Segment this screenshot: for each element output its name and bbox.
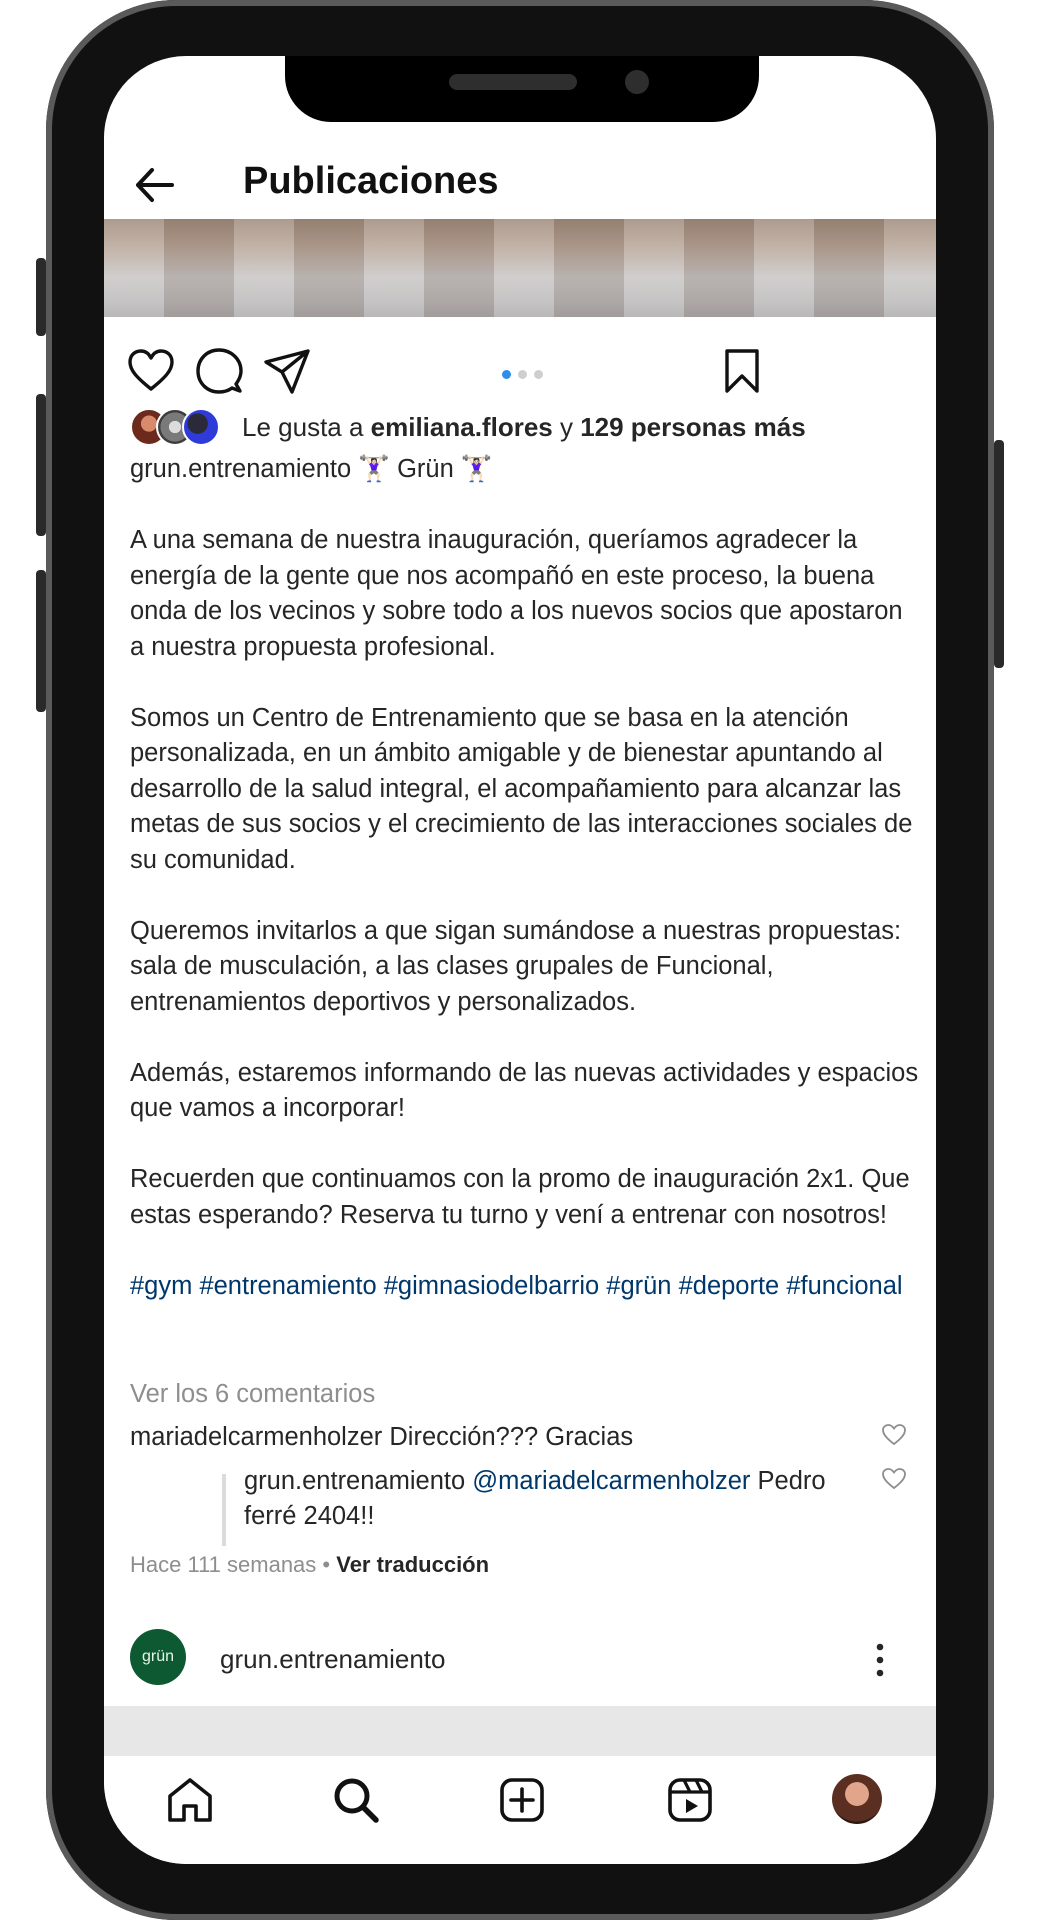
carousel-dot-active xyxy=(502,370,511,379)
liker-avatars xyxy=(130,408,226,448)
post-actions xyxy=(104,336,936,406)
caption-hashtags[interactable]: #gym #entrenamiento #gimnasiodelbarrio #… xyxy=(130,1269,920,1305)
reply-heart-icon[interactable] xyxy=(881,1466,907,1492)
bottom-nav xyxy=(104,1756,936,1864)
meta-separator: • xyxy=(316,1552,337,1577)
liker-username[interactable]: emiliana.flores xyxy=(371,412,553,442)
next-post-username[interactable]: grun.entrenamiento xyxy=(220,1644,445,1675)
likes-text: Le gusta a emiliana.flores y 129 persona… xyxy=(242,412,806,443)
comment-icon[interactable] xyxy=(194,346,244,396)
screen: Publicaciones Le gusta a emiliana.flores… xyxy=(104,56,936,1864)
heart-icon[interactable] xyxy=(126,346,176,396)
post-timestamp: Hace 111 semanas xyxy=(130,1552,317,1577)
comment-text: Dirección??? Gracias xyxy=(382,1423,634,1451)
volume-up-button xyxy=(36,394,46,536)
next-post-header: grün grun.entrenamiento xyxy=(104,1584,936,1704)
volume-down-button xyxy=(36,570,46,712)
likes-others[interactable]: 129 personas más xyxy=(580,412,805,442)
notch xyxy=(285,56,759,122)
carousel-dot xyxy=(518,370,527,379)
caption-paragraph: Queremos invitarlos a que sigan sumándos… xyxy=(130,916,902,1016)
caption-paragraph: Recuerden que continuamos con la promo d… xyxy=(130,1165,910,1229)
post-caption: grun.entrenamiento 🏋🏻‍♀️ Grün 🏋🏻‍♀️ A un… xyxy=(130,452,920,1304)
back-arrow-icon[interactable] xyxy=(130,160,180,210)
avatar[interactable]: grün xyxy=(130,1629,186,1685)
reply-thread-line xyxy=(222,1474,226,1546)
phone-frame: Publicaciones Le gusta a emiliana.flores… xyxy=(36,0,1004,1920)
profile-avatar[interactable] xyxy=(832,1774,882,1824)
post-meta: Hace 111 semanas • Ver traducción xyxy=(130,1552,489,1578)
translate-link[interactable]: Ver traducción xyxy=(336,1552,489,1577)
avatar xyxy=(182,408,220,446)
comment-item: mariadelcarmenholzer Dirección??? Gracia… xyxy=(130,1420,633,1455)
front-camera xyxy=(625,70,649,94)
comment-username[interactable]: mariadelcarmenholzer xyxy=(130,1423,382,1451)
caption-paragraph: Además, estaremos informando de las nuev… xyxy=(130,1058,919,1123)
carousel-indicator xyxy=(502,366,550,379)
likes-prefix: Le gusta a xyxy=(242,412,371,442)
caption-username[interactable]: grun.entrenamiento xyxy=(130,455,351,483)
reply-item: grun.entrenamiento @mariadelcarmenholzer… xyxy=(244,1464,844,1534)
next-post-image-placeholder xyxy=(104,1706,936,1756)
view-comments-link[interactable]: Ver los 6 comentarios xyxy=(130,1380,375,1409)
caption-title: 🏋🏻‍♀️ Grün 🏋🏻‍♀️ xyxy=(351,455,493,483)
page-title: Publicaciones xyxy=(243,160,499,202)
bookmark-icon[interactable] xyxy=(717,346,767,396)
carousel-dot xyxy=(534,370,543,379)
likes-connector: y xyxy=(552,412,581,442)
power-button xyxy=(994,440,1004,668)
more-vertical-icon[interactable] xyxy=(868,1640,892,1680)
caption-paragraph: Somos un Centro de Entrenamiento que se … xyxy=(130,703,913,874)
home-icon[interactable] xyxy=(164,1774,216,1826)
caption-paragraph: A una semana de nuestra inauguración, qu… xyxy=(130,526,903,661)
reply-username[interactable]: grun.entrenamiento xyxy=(244,1467,465,1495)
share-icon[interactable] xyxy=(262,346,312,396)
reply-mention[interactable]: @mariadelcarmenholzer xyxy=(472,1467,750,1495)
comment-heart-icon[interactable] xyxy=(881,1422,907,1448)
speaker xyxy=(449,74,577,90)
mute-switch xyxy=(36,258,46,336)
reels-icon[interactable] xyxy=(664,1774,716,1826)
post-image[interactable] xyxy=(104,219,936,317)
search-icon[interactable] xyxy=(330,1774,382,1826)
add-post-icon[interactable] xyxy=(496,1774,548,1826)
